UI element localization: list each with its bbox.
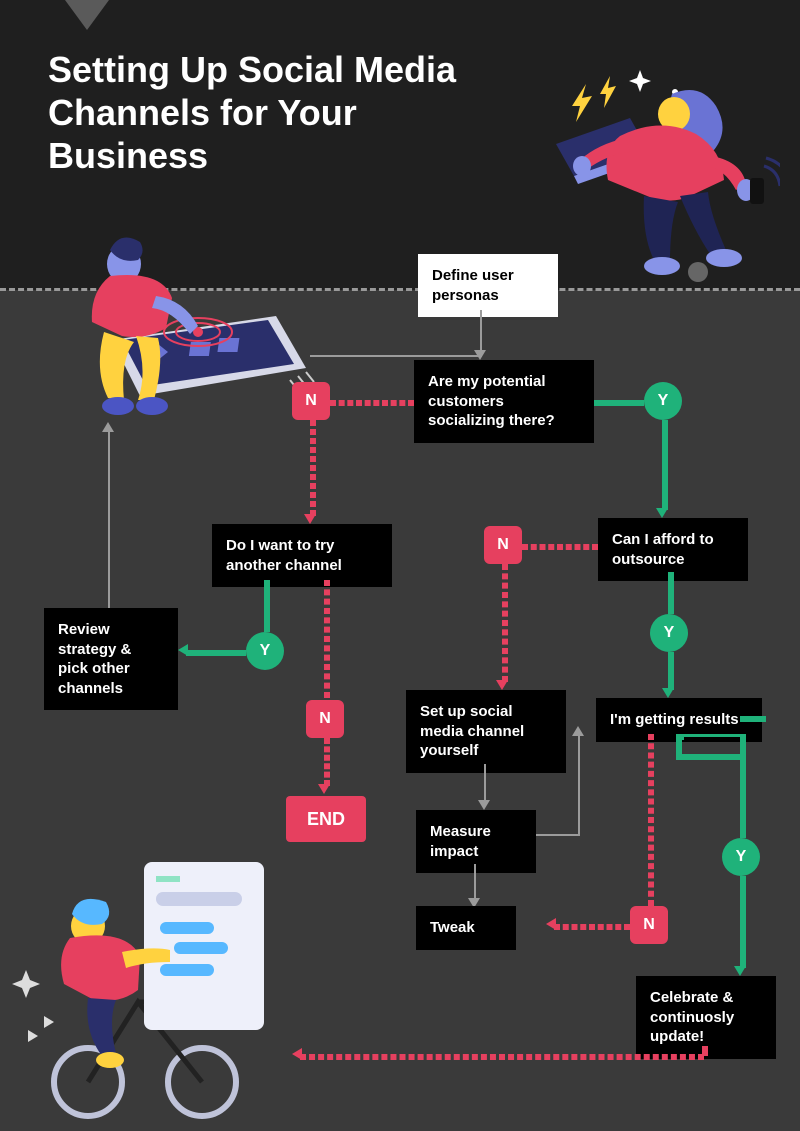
- arrow-icon: [318, 784, 330, 794]
- connector-yes: [740, 716, 762, 722]
- yes-badge: Y: [246, 632, 284, 670]
- node-review-strategy: Review strategy & pick other channels: [44, 608, 178, 710]
- arrow-icon: [546, 918, 556, 930]
- connector-yes: [662, 420, 668, 510]
- end-badge: END: [286, 796, 366, 842]
- connector: [108, 430, 110, 608]
- no-badge: N: [630, 906, 668, 944]
- arrow-icon: [656, 508, 668, 518]
- arrow-icon: [304, 514, 316, 524]
- badge-label: Y: [664, 624, 675, 642]
- node-label: Are my potential customers socializing t…: [428, 373, 555, 429]
- node-label: Review strategy & pick other channels: [58, 621, 131, 697]
- connector: [484, 764, 486, 804]
- person-laptop-phone-illustration: [520, 58, 780, 288]
- connector-no: [648, 734, 654, 906]
- down-triangle-icon: [65, 0, 109, 30]
- connector-yes: [676, 734, 682, 754]
- badge-label: Y: [736, 848, 747, 866]
- arrow-icon: [102, 422, 114, 432]
- connector-yes: [594, 400, 644, 406]
- connector-yes: [678, 734, 742, 737]
- no-badge: N: [292, 382, 330, 420]
- person-tablet-illustration: [40, 220, 330, 440]
- arrow-icon: [572, 726, 584, 736]
- node-label: Set up social media channel yourself: [420, 703, 524, 759]
- arrow-icon: [496, 680, 508, 690]
- arrow-icon: [178, 644, 188, 656]
- connector-yes: [668, 572, 674, 614]
- yes-badge: Y: [650, 614, 688, 652]
- badge-label: N: [643, 916, 655, 934]
- connector-no: [300, 1054, 704, 1060]
- arrow-icon: [662, 688, 674, 698]
- node-label: I'm getting results: [610, 711, 739, 728]
- no-badge: N: [306, 700, 344, 738]
- badge-label: N: [305, 392, 317, 410]
- connector-no: [554, 924, 630, 930]
- arrow-icon: [292, 1048, 302, 1060]
- connector-no: [330, 400, 414, 406]
- connector-no: [324, 738, 330, 786]
- person-bike-screen-illustration: [10, 830, 300, 1130]
- node-label: Define user personas: [432, 267, 514, 304]
- connector: [474, 864, 476, 902]
- node-setup-yourself: Set up social media channel yourself: [406, 690, 566, 773]
- connector: [480, 310, 482, 354]
- badge-label: Y: [658, 392, 669, 410]
- arrow-icon: [734, 966, 746, 976]
- yes-badge: Y: [644, 382, 682, 420]
- page-title: Setting Up Social Media Channels for You…: [48, 48, 478, 178]
- no-badge: N: [484, 526, 522, 564]
- connector-yes: [264, 580, 270, 632]
- node-label: Tweak: [430, 919, 475, 936]
- connector-no: [310, 420, 316, 516]
- connector-no: [324, 580, 330, 698]
- connector: [578, 734, 580, 836]
- badge-label: END: [307, 809, 345, 830]
- connector-no: [502, 564, 508, 682]
- node-another-channel-question: Do I want to try another channel: [212, 524, 392, 587]
- connector-no: [702, 1046, 708, 1056]
- node-measure-impact: Measure impact: [416, 810, 536, 873]
- connector-yes: [668, 652, 674, 690]
- badge-label: N: [497, 536, 509, 554]
- connector-no: [522, 544, 598, 550]
- node-label: Celebrate & continuosly update!: [650, 989, 734, 1045]
- badge-label: Y: [260, 642, 271, 660]
- connector: [536, 834, 580, 836]
- connector-yes: [740, 876, 746, 968]
- connector-yes: [676, 754, 742, 760]
- arrow-icon: [474, 350, 486, 360]
- connector: [310, 355, 482, 357]
- node-socializing-question: Are my potential customers socializing t…: [414, 360, 594, 443]
- node-label: Can I afford to outsource: [612, 531, 714, 568]
- node-label: Measure impact: [430, 823, 491, 860]
- yes-badge: Y: [722, 838, 760, 876]
- node-tweak: Tweak: [416, 906, 516, 950]
- connector-yes: [760, 716, 766, 722]
- arrow-icon: [478, 800, 490, 810]
- connector-yes: [740, 734, 746, 838]
- badge-label: N: [319, 710, 331, 728]
- connector-yes: [186, 650, 246, 656]
- node-label: Do I want to try another channel: [226, 537, 342, 574]
- node-define-personas: Define user personas: [418, 254, 558, 317]
